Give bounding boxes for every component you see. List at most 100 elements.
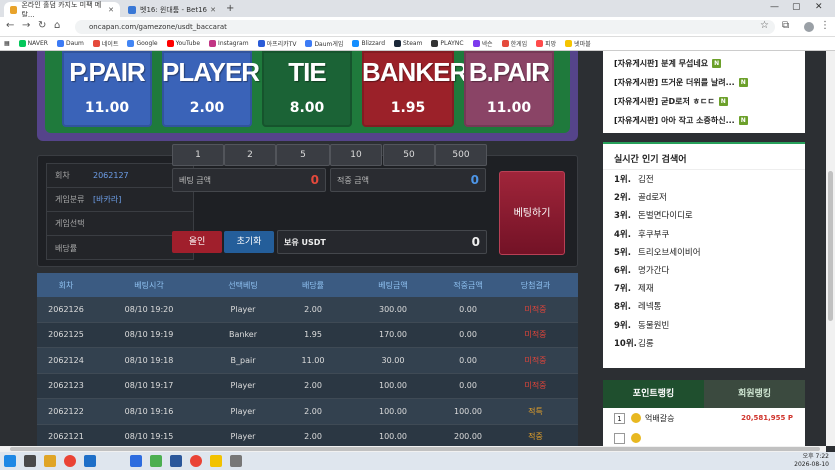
popular-item[interactable]: 5위. 트리오브세이비어 <box>603 243 805 261</box>
kakaotalk-icon[interactable] <box>210 455 222 467</box>
ie-icon[interactable] <box>84 455 96 467</box>
word-icon[interactable] <box>170 455 182 467</box>
reload-icon[interactable]: ↻ <box>38 20 46 31</box>
bookmark-14[interactable]: 넷마블 <box>565 39 591 48</box>
app-icon[interactable] <box>130 455 142 467</box>
maximize-icon[interactable]: ▢ <box>792 2 801 12</box>
popular-item[interactable]: 8위. 레넥통 <box>603 297 805 315</box>
app-icon[interactable] <box>230 455 242 467</box>
bookmark-11[interactable]: 넥슨 <box>472 39 493 48</box>
bookmark-icon <box>501 40 509 47</box>
bet-card-player[interactable]: PLAYER 2.00 <box>162 51 260 127</box>
popular-item[interactable]: 6위. 명가간다 <box>603 261 805 279</box>
table-cell: Player <box>230 304 256 314</box>
bookmark-4[interactable]: YouTube <box>166 40 200 47</box>
minimize-icon[interactable]: — <box>770 2 779 12</box>
post-item[interactable]: [자유게시판] 분계 무섭네요 N <box>603 54 805 73</box>
popular-item[interactable]: 10위. 김롱 <box>603 334 805 352</box>
bookmark-label: NAVER <box>27 40 48 47</box>
popular-item[interactable]: 7위. 제재 <box>603 279 805 297</box>
popular-item[interactable]: 1위. 김전 <box>603 170 805 188</box>
odds-label: 배당률 <box>55 243 78 253</box>
bookmark-12[interactable]: 한게임 <box>501 39 527 48</box>
clock-date: 2026-08-10 <box>794 461 829 468</box>
close-tab-icon[interactable]: ✕ <box>108 6 114 14</box>
url-input[interactable]: oncapan.com/gamezone/usdt_baccarat <box>75 20 775 34</box>
ranking-row[interactable] <box>603 428 805 446</box>
popular-item[interactable]: 4위. 후쿠부쿠 <box>603 225 805 243</box>
ranking-row[interactable]: 1 억배갈승 20,581,955 P <box>603 408 805 428</box>
place-bet-button[interactable]: 베팅하기 <box>499 171 565 255</box>
profile-avatar[interactable] <box>804 22 814 32</box>
bookmark-label: Google <box>136 40 158 47</box>
chip-500[interactable]: 500 <box>435 144 487 166</box>
round-value: 2062127 <box>93 171 129 180</box>
bookmark-label: PLAYNC <box>440 40 464 47</box>
bookmark-7[interactable]: Daum게임 <box>305 39 343 48</box>
close-tab-icon[interactable]: ✕ <box>210 6 216 14</box>
popular-word: 레넥통 <box>638 302 662 313</box>
post-item[interactable]: [자유게시판] 굳D로저 ㅎㄷㄷ N <box>603 92 805 111</box>
new-tab-button[interactable]: + <box>226 3 234 14</box>
post-item[interactable]: [자유게시판] 뜨거운 더위를 날려... N <box>603 73 805 92</box>
popular-word: 명가간다 <box>638 266 670 277</box>
bookmark-8[interactable]: Blizzard <box>352 40 385 47</box>
post-item[interactable]: [자유게시판] 아아 작고 소중하신... N <box>603 111 805 130</box>
reset-button[interactable]: 초기화 <box>224 231 274 253</box>
system-clock[interactable]: 오후 7:22 2026-08-10 <box>794 453 829 469</box>
bookmark-2[interactable]: 네이트 <box>92 39 118 48</box>
tab-member-ranking[interactable]: 회원랭킹 <box>704 380 805 408</box>
popular-item[interactable]: 2위. 골d로저 <box>603 188 805 206</box>
bet-card-tie[interactable]: TIE 8.00 <box>262 51 352 127</box>
start-icon[interactable] <box>4 455 16 467</box>
bet-card-ppair[interactable]: P.PAIR 11.00 <box>62 51 152 127</box>
bookmark-13[interactable]: 피망 <box>536 39 556 48</box>
chip-1[interactable]: 1 <box>172 144 224 166</box>
browser-tab[interactable]: 벳16: 윈대툼 - Bet16 ✕ <box>122 2 222 17</box>
bookmark-10[interactable]: PLAYNC <box>431 40 464 47</box>
scroll-thumb[interactable] <box>828 171 833 321</box>
task-view-icon[interactable] <box>24 455 36 467</box>
chip-50[interactable]: 50 <box>383 144 435 166</box>
popular-rank: 7위. <box>614 284 631 295</box>
vertical-scrollbar[interactable] <box>826 51 835 446</box>
extensions-icon[interactable]: ⧉ <box>782 20 789 31</box>
file-explorer-icon[interactable] <box>44 455 56 467</box>
browser-tab-active[interactable]: 온라인 홀덤 카지노 미팩 메탈... ✕ <box>4 1 120 19</box>
close-window-icon[interactable]: ✕ <box>815 2 823 12</box>
table-row: 2062126 08/10 19:20 Player 2.00 300.00 0.00 미적… <box>37 297 578 323</box>
menu-icon[interactable]: ⋮ <box>820 20 830 31</box>
popular-item[interactable]: 3위. 돈벌면다이디로 <box>603 206 805 224</box>
back-icon[interactable]: ← <box>6 20 14 31</box>
scroll-thumb[interactable] <box>10 447 820 451</box>
apps-icon[interactable]: ▦ <box>4 40 10 47</box>
star-icon[interactable]: ☆ <box>760 20 769 31</box>
forward-icon[interactable]: → <box>22 20 30 31</box>
chrome-icon[interactable] <box>64 455 76 467</box>
card-name: B.PAIR <box>468 57 550 87</box>
popular-word: 트리오브세이비어 <box>638 247 701 258</box>
popular-rank: 5위. <box>614 247 631 258</box>
bookmark-3[interactable]: Google <box>127 40 158 47</box>
chip-2[interactable]: 2 <box>224 144 276 166</box>
table-cell: Player <box>230 406 256 416</box>
bookmark-6[interactable]: 아프리카TV <box>257 39 296 48</box>
home-icon[interactable]: ⌂ <box>54 20 60 31</box>
bet-amount-field[interactable]: 베팅 금액 0 <box>172 168 326 192</box>
screen: 온라인 홀덤 카지노 미팩 메탈... ✕ 벳16: 윈대툼 - Bet16 ✕… <box>0 0 835 470</box>
popular-title: 실시간 인기 검색어 <box>603 144 805 170</box>
bet-card-banker[interactable]: BANKER 1.95 <box>362 51 468 127</box>
allin-button[interactable]: 올인 <box>172 231 222 253</box>
bet-card-bpair[interactable]: B.PAIR 11.00 <box>464 51 554 127</box>
bookmark-5[interactable]: Instagram <box>209 40 249 47</box>
app-icon[interactable] <box>150 455 162 467</box>
bookmark-0[interactable]: NAVER <box>18 40 48 47</box>
chrome-icon[interactable] <box>190 455 202 467</box>
tab-point-ranking[interactable]: 포인트랭킹 <box>603 380 704 408</box>
bookmark-1[interactable]: Daum <box>56 40 84 47</box>
result-cell: 미적중 <box>524 381 547 391</box>
chip-10[interactable]: 10 <box>330 144 382 166</box>
bookmark-9[interactable]: Steam <box>394 40 422 47</box>
popular-item[interactable]: 9위. 동물원빈 <box>603 316 805 334</box>
chip-5[interactable]: 5 <box>276 144 330 166</box>
